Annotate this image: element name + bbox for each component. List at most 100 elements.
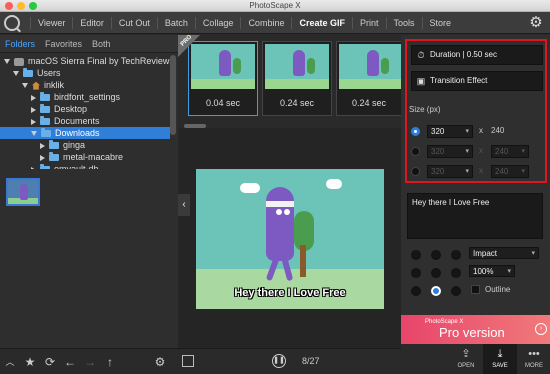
folder-icon [49, 140, 59, 150]
position-dot[interactable] [451, 286, 461, 296]
download-icon: ⤓ [497, 348, 503, 360]
chevron-down-icon[interactable] [4, 59, 10, 65]
frame-tree [307, 58, 315, 74]
tree-item-birdfont-settings[interactable]: birdfont_settings [0, 91, 170, 103]
folder-icon [23, 68, 33, 78]
chevron-down-icon[interactable] [22, 83, 28, 89]
menu-item-cut-out[interactable]: Cut Out [110, 17, 157, 29]
up-arrow-icon[interactable]: ↑ [102, 354, 118, 370]
size-radio[interactable] [411, 127, 420, 136]
save-button[interactable]: ⤓ SAVE [483, 344, 517, 374]
tree-item-metal-macabre[interactable]: metal-macabre [0, 151, 170, 163]
star-icon[interactable]: ★ [22, 354, 38, 370]
menu-item-collage[interactable]: Collage [194, 17, 241, 29]
menu-item-tools[interactable]: Tools [385, 17, 422, 29]
menu-item-store[interactable]: Store [421, 17, 459, 29]
tree-item-users[interactable]: Users [0, 67, 170, 79]
tree-item-inklik[interactable]: inklik [0, 79, 170, 91]
menu-item-viewer[interactable]: Viewer [30, 17, 72, 29]
size-height-value: 240 [491, 126, 505, 135]
tab-both[interactable]: Both [87, 39, 116, 49]
tree-item-drive[interactable]: macOS Sierra Final by TechReviews [0, 55, 170, 67]
app-logo-icon[interactable] [4, 15, 20, 31]
gear-icon[interactable]: ⚙ [528, 15, 544, 31]
size-width-select[interactable]: 320 [427, 165, 473, 178]
folder-icon [40, 104, 50, 114]
position-dot[interactable] [411, 250, 421, 260]
open-button[interactable]: ⇪ OPEN [449, 344, 483, 374]
chevron-down-icon[interactable] [31, 131, 37, 137]
frame-tree [381, 58, 389, 74]
tree-item-desktop[interactable]: Desktop [0, 103, 170, 115]
size-radio[interactable] [411, 167, 420, 176]
menu-item-print[interactable]: Print [351, 17, 386, 29]
chevron-down-icon[interactable] [13, 71, 19, 77]
caption-text-input[interactable]: Hey there I Love Free [407, 193, 543, 239]
refresh-icon[interactable]: ⟳ [42, 354, 58, 370]
folder-icon [49, 152, 59, 162]
menu-item-batch[interactable]: Batch [156, 17, 195, 29]
position-dot[interactable] [451, 268, 461, 278]
tree-item-omyault-db[interactable]: omyault-db [0, 163, 170, 169]
tree-item-label: Documents [54, 116, 100, 126]
menu-item-combine[interactable]: Combine [240, 17, 291, 29]
folder-panel: Folders Favorites Both macOS Sierra Fina… [0, 35, 178, 348]
gif-workspace: 0.04 sec 0.24 sec 0.24 sec PRO ‹ Hey the… [178, 34, 403, 348]
chevron-right-icon[interactable] [31, 166, 36, 169]
outline-checkbox[interactable] [471, 285, 480, 294]
collapse-left-panel-button[interactable]: ‹ [178, 194, 190, 216]
position-dot[interactable] [431, 250, 441, 260]
size-width-select[interactable]: 320 [427, 125, 473, 138]
tree-item-documents[interactable]: Documents [0, 115, 170, 127]
transition-effect-button[interactable]: ▣ Transition Effect [411, 71, 543, 91]
position-dot[interactable] [411, 268, 421, 278]
pause-icon[interactable]: ❚❚ [272, 354, 286, 368]
selected-image-thumbnail[interactable] [6, 178, 40, 206]
more-button[interactable]: ••• MORE [517, 344, 550, 374]
size-label: Size (px) [409, 105, 441, 114]
size-width-select[interactable]: 320 [427, 145, 473, 158]
forward-arrow-icon[interactable]: → [82, 354, 98, 370]
frame-ground [191, 79, 255, 89]
position-dot[interactable] [431, 268, 441, 278]
text-position-grid [411, 250, 465, 304]
frame-character [219, 50, 231, 76]
frame-thumbnail[interactable]: 0.24 sec [336, 41, 403, 116]
frame-thumbnail[interactable]: 0.24 sec [262, 41, 332, 116]
tree-scrollbar[interactable] [170, 55, 176, 135]
arrow-right-icon[interactable]: › [535, 323, 547, 335]
size-height-select[interactable]: 240 [491, 165, 529, 178]
folder-icon [40, 164, 50, 169]
tab-folders[interactable]: Folders [0, 39, 40, 49]
frames-scrollbar[interactable] [184, 124, 206, 128]
tree-item-ginga[interactable]: ginga [0, 139, 170, 151]
gear-icon[interactable]: ⚙ [152, 354, 168, 370]
position-dot[interactable] [411, 286, 421, 296]
collapse-up-icon[interactable]: ︿ [2, 354, 18, 370]
transition-icon: ▣ [416, 76, 426, 86]
menu-item-create-gif[interactable]: Create GIF [291, 17, 352, 29]
position-dot-selected[interactable] [431, 286, 441, 296]
chevron-right-icon[interactable] [40, 142, 45, 149]
fit-view-icon[interactable] [182, 355, 194, 367]
preview-character-eye [284, 209, 290, 215]
size-height-select[interactable]: 240 [491, 145, 529, 158]
chevron-right-icon[interactable] [31, 106, 36, 113]
tree-item-label: birdfont_settings [54, 92, 121, 102]
chevron-right-icon[interactable] [31, 94, 36, 101]
duration-button[interactable]: ⏱ Duration | 0.50 sec [411, 45, 543, 65]
preview-character [266, 187, 294, 261]
text-size-select[interactable]: 100% [469, 265, 515, 277]
font-select[interactable]: Impact [469, 247, 539, 259]
chevron-right-icon[interactable] [40, 154, 45, 161]
back-arrow-icon[interactable]: ← [62, 354, 78, 370]
position-dot[interactable] [451, 250, 461, 260]
chevron-right-icon[interactable] [31, 118, 36, 125]
menu-item-editor[interactable]: Editor [72, 17, 111, 29]
frame-counter: 8/27 [302, 356, 320, 366]
size-radio[interactable] [411, 147, 420, 156]
pro-version-banner[interactable]: PhotoScape X Pro version › [401, 315, 550, 344]
tree-item-downloads[interactable]: Downloads [0, 127, 170, 139]
tab-favorites[interactable]: Favorites [40, 39, 87, 49]
duration-label: Duration | 0.50 sec [430, 50, 498, 59]
